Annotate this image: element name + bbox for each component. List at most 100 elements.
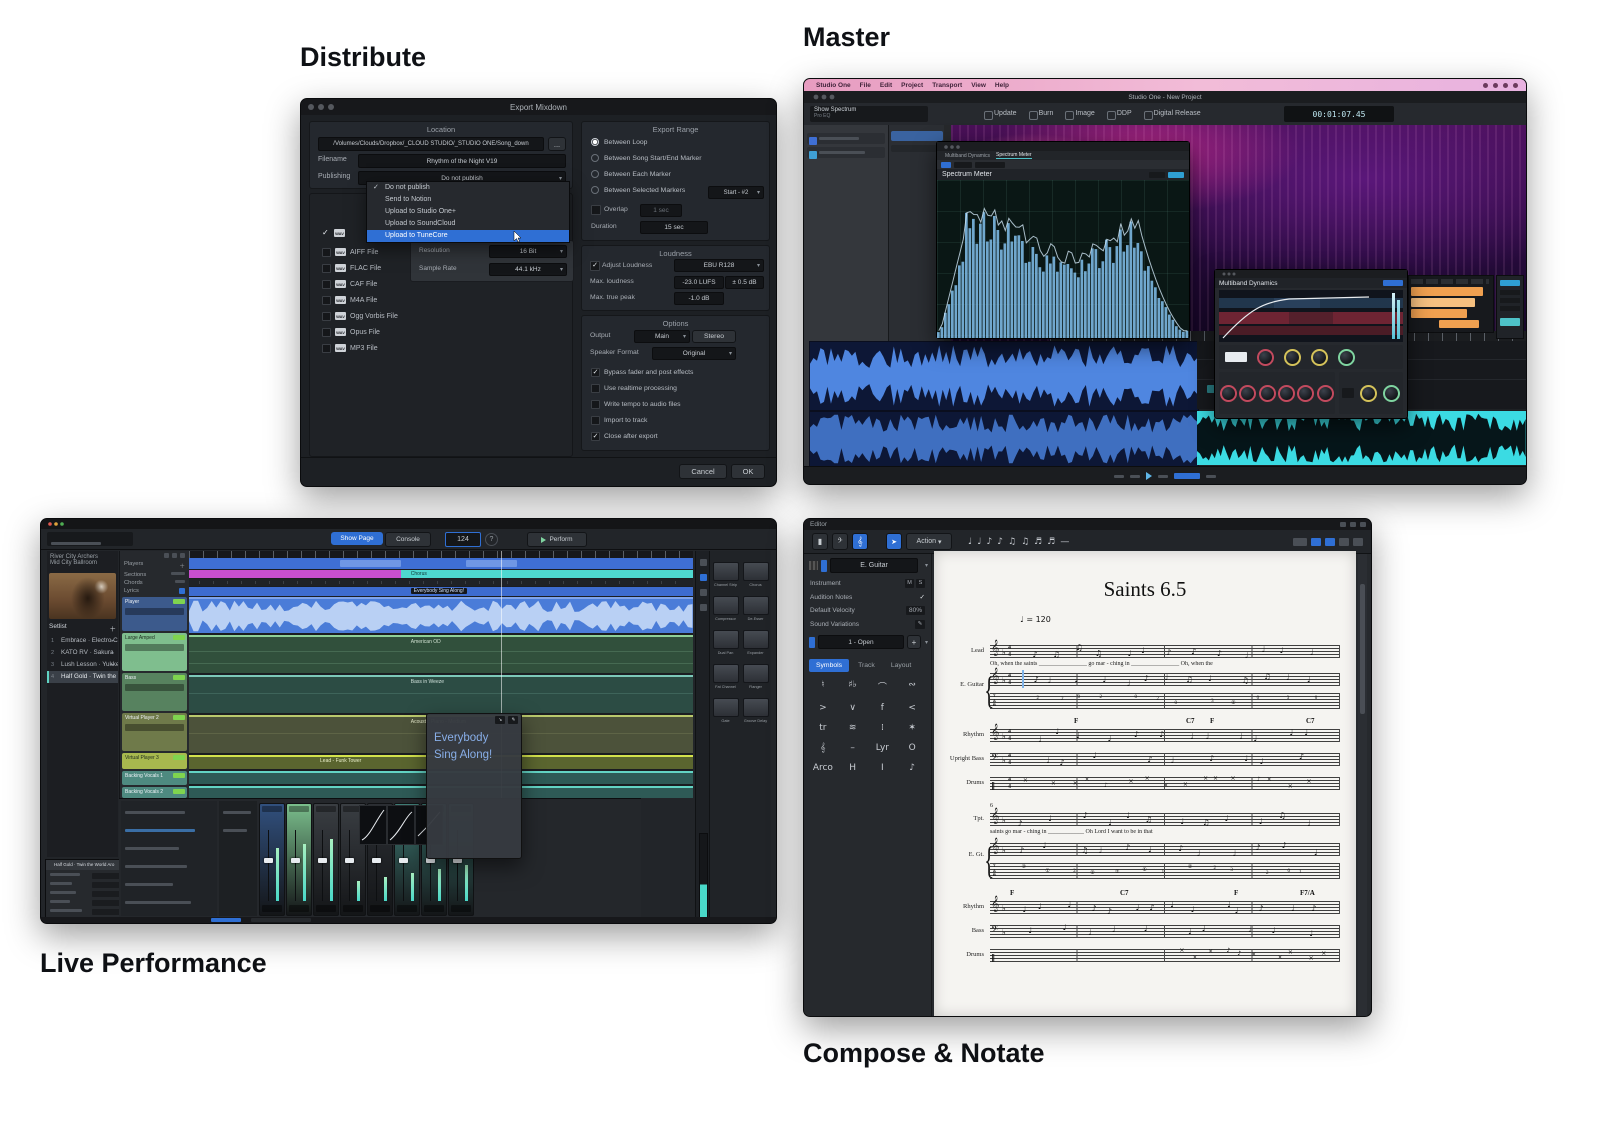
mute-button[interactable]: M: [905, 579, 914, 588]
player-lane[interactable]: [189, 597, 693, 633]
publish-menu-item-2[interactable]: Upload to Studio One+: [367, 206, 569, 218]
menubar-item-5[interactable]: View: [971, 82, 986, 89]
insert-curve-box[interactable]: [359, 805, 387, 845]
drum-view-button[interactable]: ▮: [812, 533, 828, 550]
browser-tile-5[interactable]: Expander: [743, 625, 769, 655]
symbol-button-2[interactable]: ⌒: [868, 680, 898, 693]
add-setlist-icon[interactable]: ＋: [110, 623, 117, 633]
band-knob[interactable]: [1259, 385, 1276, 402]
option-check-1[interactable]: Use realtime processing: [588, 380, 765, 396]
symbol-button-7[interactable]: <: [897, 703, 927, 713]
band-knob[interactable]: [1317, 385, 1334, 402]
sections-row[interactable]: Chorus: [189, 570, 693, 578]
format-item-5[interactable]: Opus File: [318, 324, 564, 340]
score-scrollbar[interactable]: [1358, 554, 1367, 1016]
output-dropdown[interactable]: Main: [634, 330, 690, 343]
plugin-window-controls[interactable]: [944, 145, 960, 149]
notation-view-button[interactable]: 𝄞: [852, 533, 868, 550]
option-check-0[interactable]: Bypass fader and post effects: [588, 364, 765, 380]
ok-button[interactable]: OK: [731, 464, 765, 479]
mbd-knob[interactable]: [1257, 349, 1274, 366]
duration-field[interactable]: 15 sec: [640, 221, 708, 234]
track-header-virtual-player-2[interactable]: Virtual Player 2: [122, 713, 187, 751]
symbol-button-11[interactable]: ✶: [897, 723, 927, 733]
setlist-item-0[interactable]: Embrace · Electro Camp: [47, 635, 118, 647]
add-variation-button[interactable]: +: [907, 635, 921, 649]
symbol-button-10[interactable]: ⁞: [868, 723, 898, 733]
cancel-button[interactable]: Cancel: [679, 464, 727, 479]
tab-layout[interactable]: Layout: [884, 659, 918, 672]
tempo-display[interactable]: 124: [445, 532, 481, 547]
plugin-tab-mbd[interactable]: Multiband Dynamics: [945, 153, 990, 159]
format-item-6[interactable]: MP3 File: [318, 340, 564, 356]
mastered-waveform[interactable]: [1197, 411, 1526, 465]
american-od-lane[interactable]: American OD: [189, 635, 693, 673]
menubar-item-3[interactable]: Project: [901, 82, 923, 89]
browser-tile-4[interactable]: Dual Pan: [713, 625, 739, 655]
channel-strip-3[interactable]: [313, 803, 339, 916]
waveform-track-1[interactable]: [809, 341, 1199, 411]
selected-track-chip[interactable]: [891, 131, 943, 141]
track-col-tools[interactable]: [120, 551, 189, 560]
symbol-button-9[interactable]: ≋: [838, 723, 868, 733]
song-info-box[interactable]: [47, 532, 133, 546]
setlist-item-2[interactable]: Lush Lesson · Yukke Okeko: [47, 659, 118, 671]
export-path-field[interactable]: /Volumes/Clouds/Dropbox/_CLOUD STUDIO/_S…: [318, 137, 544, 151]
browse-button[interactable]: ...: [548, 137, 566, 151]
toolbar-button-2[interactable]: Image: [1065, 110, 1094, 117]
track-header-large-amped[interactable]: Large Amped: [122, 633, 187, 671]
band-knob[interactable]: [1220, 385, 1237, 402]
browser-tile-6[interactable]: Fat Channel: [713, 659, 739, 689]
browser-tile-7[interactable]: Flanger: [743, 659, 769, 689]
master-track-row[interactable]: [807, 147, 885, 158]
filename-field[interactable]: Rhythm of the Night V19: [358, 154, 566, 168]
plugin-tab-spectrum[interactable]: Spectrum Meter: [996, 152, 1032, 159]
tab-track[interactable]: Track: [851, 659, 882, 672]
format-item-4[interactable]: Ogg Vorbis File: [318, 308, 564, 324]
menubar-item-1[interactable]: File: [860, 82, 871, 89]
help-button[interactable]: ?: [485, 533, 498, 546]
publish-menu-item-4[interactable]: Upload to TuneCore: [367, 230, 569, 242]
menubar-item-6[interactable]: Help: [995, 82, 1009, 89]
show-page-button[interactable]: Show Page: [331, 532, 383, 545]
symbol-button-16[interactable]: Arco: [808, 763, 838, 773]
option-check-4[interactable]: Close after export: [588, 428, 765, 444]
symbol-button-3[interactable]: ∾: [897, 680, 927, 693]
lyrics-note-popup[interactable]: ↘ ✎ Everybody Sing Along!: [426, 713, 522, 859]
popup-collapse-icon[interactable]: ↘: [495, 716, 505, 724]
browser-tile-3[interactable]: De-Esser: [743, 591, 769, 621]
format-item-3[interactable]: M4A File: [318, 292, 564, 308]
variation-dropdown[interactable]: 1 - Open: [818, 635, 904, 649]
symbol-button-0[interactable]: ♮: [808, 680, 838, 693]
max-peak-field[interactable]: -1.0 dB: [674, 292, 724, 305]
wave-file-row[interactable]: ✓ WAV: [322, 228, 342, 238]
publish-menu-item-1[interactable]: Send to Notion: [367, 194, 569, 206]
max-lufs-field[interactable]: -23.0 LUFS: [674, 276, 724, 289]
console-button[interactable]: Console: [385, 532, 431, 547]
channel-strip-2[interactable]: [286, 803, 312, 916]
toolbar-button-1[interactable]: Burn: [1029, 110, 1054, 117]
track-header-bass[interactable]: Bass: [122, 673, 187, 711]
setlist-item-1[interactable]: KATO RV · Sakura: [47, 647, 118, 659]
arranger-overview[interactable]: [189, 558, 693, 569]
track-header-player[interactable]: Player: [122, 597, 187, 631]
loudness-mode-dropdown[interactable]: EBU R128: [674, 259, 764, 272]
mbd-window-controls[interactable]: [1223, 273, 1236, 276]
browser-tile-2[interactable]: Compressor: [713, 591, 739, 621]
arrow-tool-button[interactable]: ➤: [886, 533, 902, 550]
toolbar-button-0[interactable]: Update: [984, 110, 1017, 117]
editor-right-tools[interactable]: [1293, 538, 1363, 546]
publish-menu-item-0[interactable]: Do not publish: [367, 182, 569, 194]
speaker-format-dropdown[interactable]: Original: [652, 347, 736, 360]
range-option-0[interactable]: Between Loop: [588, 134, 765, 150]
band-knob[interactable]: [1278, 385, 1295, 402]
live-window-controls[interactable]: [48, 522, 64, 526]
perform-button[interactable]: Perform: [527, 532, 587, 547]
symbol-button-13[interactable]: –: [838, 743, 868, 753]
solo-button[interactable]: S: [916, 579, 925, 588]
symbol-button-15[interactable]: O: [897, 743, 927, 753]
timeline-ruler[interactable]: [189, 551, 693, 558]
setlist-item-3[interactable]: Half Gold · Twin the World Aro: [47, 671, 118, 683]
resolution-dropdown[interactable]: 16 Bit: [489, 245, 567, 258]
popup-edit-icon[interactable]: ✎: [508, 716, 518, 724]
